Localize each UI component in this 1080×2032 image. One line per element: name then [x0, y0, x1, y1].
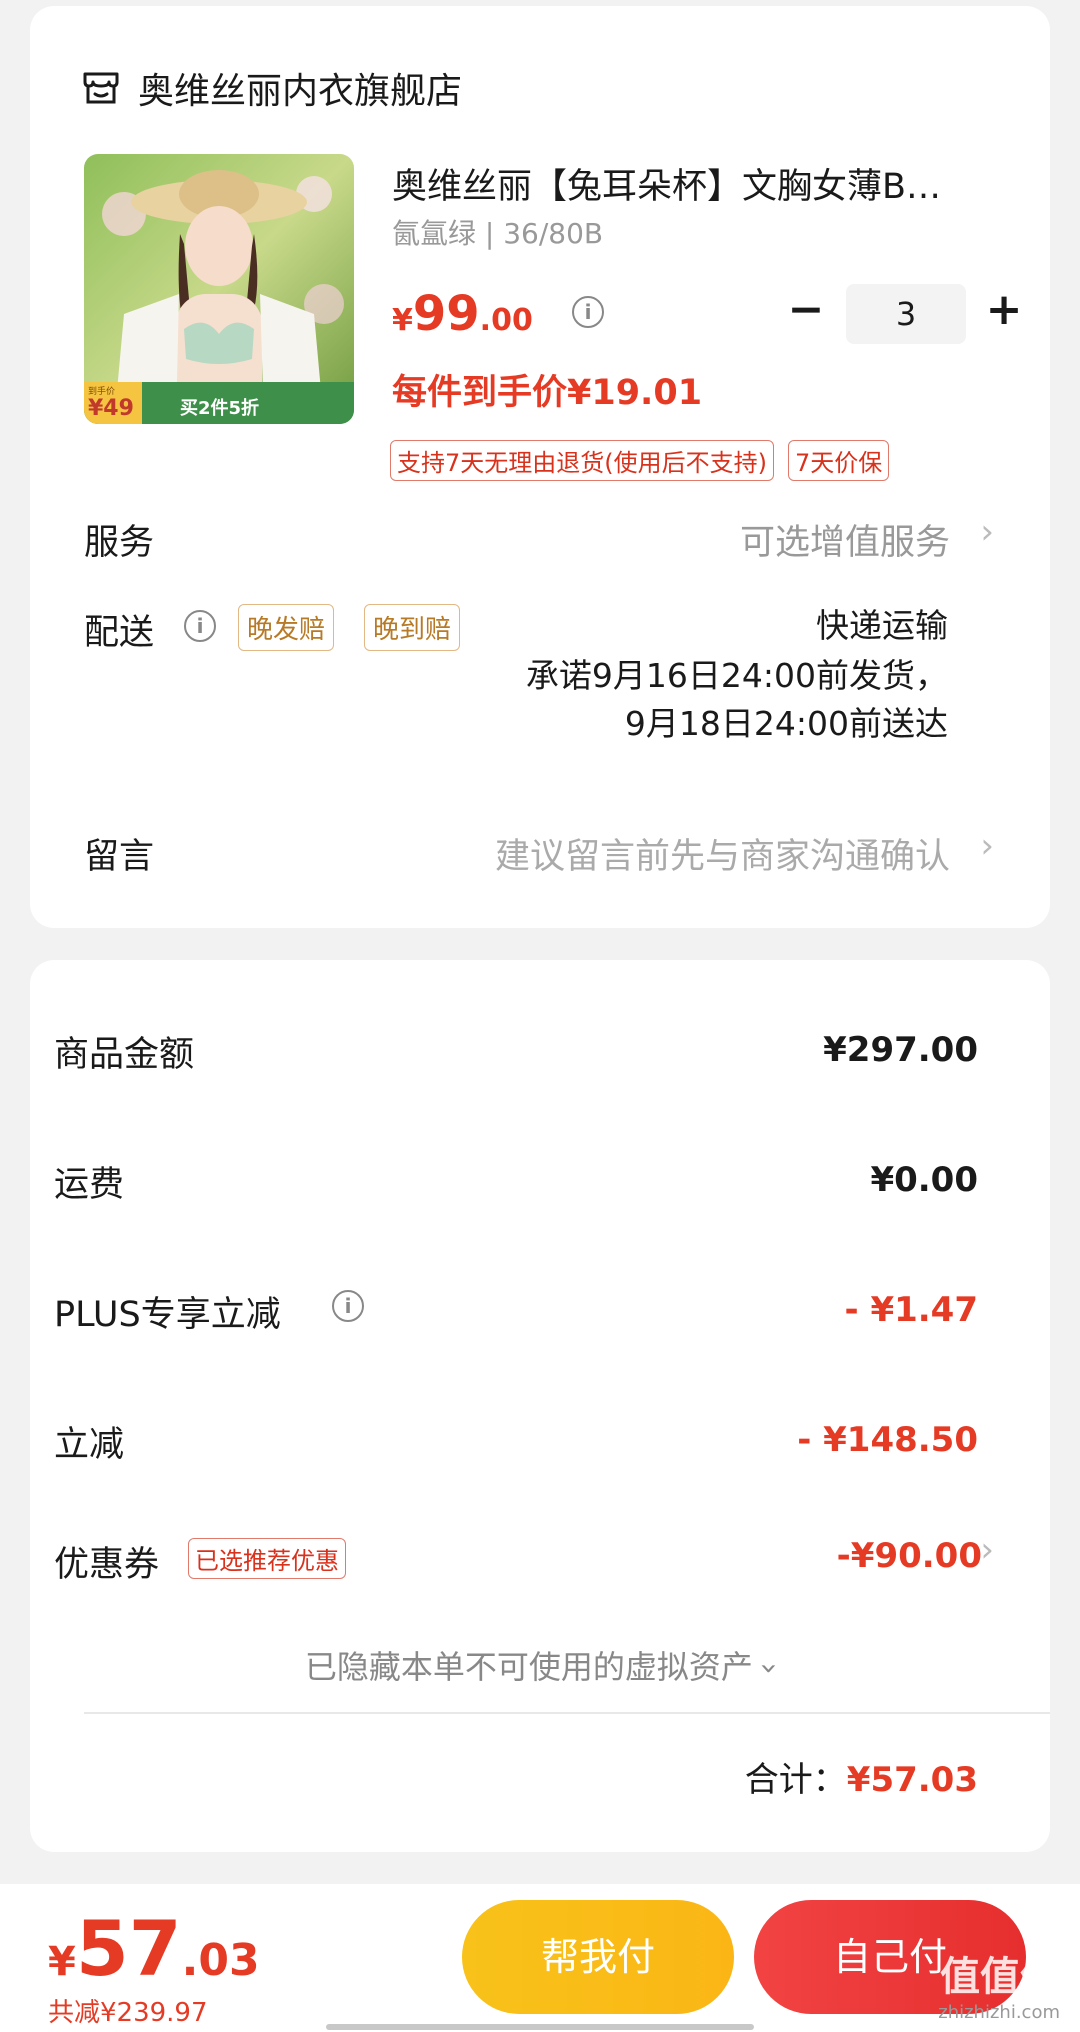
total-value: ¥57.03 — [846, 1760, 978, 1800]
hidden-assets-toggle[interactable]: 已隐藏本单不可使用的虚拟资产 › — [30, 1642, 1050, 1688]
total-saved: 共减¥239.97 — [48, 1998, 208, 2028]
product-image[interactable]: 到手价 ¥49 买2件5折 — [84, 154, 354, 424]
product-title[interactable]: 奥维丝丽【兔耳朵杯】文胸女薄B… — [392, 158, 992, 209]
coupon-tag: 已选推荐优惠 — [188, 1538, 346, 1579]
plus-discount-label: PLUS专享立减 — [54, 1295, 281, 1335]
late-arrive-badge: 晚到赔 — [364, 604, 461, 651]
chevron-right-icon[interactable]: › — [980, 826, 994, 866]
home-indicator[interactable] — [326, 2024, 754, 2030]
quantity-minus-button[interactable]: − — [786, 288, 826, 336]
return-policy-tag: 支持7天无理由退货(使用后不支持) — [390, 440, 774, 481]
service-label: 服务 — [84, 523, 155, 563]
shop-icon — [83, 72, 119, 104]
shop-name: 奥维丝丽内衣旗舰店 — [138, 71, 463, 112]
coupon-label: 优惠券 — [54, 1545, 160, 1585]
delivery-method[interactable]: 快递运输 — [816, 602, 948, 650]
checkout-bar: ¥57.03 共减¥239.97 帮我付 自己付 值值值 zhizhizhi.c… — [0, 1884, 1080, 2032]
service-tags: 支持7天无理由退货(使用后不支持) 7天价保 — [390, 440, 890, 481]
late-ship-badge: 晚发赔 — [238, 604, 335, 651]
pay-int: 57 — [75, 1904, 182, 1993]
price-currency: ¥ — [392, 303, 413, 338]
plus-discount-value: - ¥1.47 — [844, 1290, 979, 1330]
delivery-label: 配送 — [84, 613, 155, 653]
thumb-badge-price: ¥49 — [88, 396, 134, 421]
goods-amount-label: 商品金额 — [54, 1035, 195, 1075]
order-item-card: 奥维丝丽内衣旗舰店 到手价 ¥49 买2件5折 奥维丝丽【兔耳朵杯】文胸女薄B…… — [30, 6, 1050, 928]
watermark-url: zhizhizhi.com — [938, 2002, 1060, 2023]
message-label: 留言 — [84, 837, 155, 877]
thumb-badge-promo: 买2件5折 — [180, 398, 260, 419]
shop-header[interactable]: 奥维丝丽内衣旗舰店 — [82, 62, 462, 114]
pay-currency: ¥ — [48, 1939, 76, 1985]
delivery-promise-line1: 承诺9月16日24:00前发货， — [525, 656, 948, 695]
product-spec[interactable]: 氤氲绿 | 36/80B — [392, 212, 603, 252]
delivery-promise-line2: 9月18日24:00前送达 — [624, 704, 948, 743]
info-icon[interactable]: i — [332, 1290, 364, 1322]
watermark-logo: 值值值 — [940, 1954, 1060, 2000]
instant-discount-value: - ¥148.50 — [797, 1420, 978, 1460]
price-int: 99 — [412, 286, 480, 342]
total-label: 合计： — [744, 1760, 847, 1800]
product-photo — [84, 154, 354, 424]
amount-card — [30, 960, 1050, 1852]
chevron-right-icon[interactable]: › — [980, 512, 994, 552]
divider — [84, 1712, 1050, 1714]
coupon-value[interactable]: -¥90.00 — [837, 1536, 982, 1576]
price-dec: .00 — [479, 303, 533, 338]
product-price: ¥99.00 — [392, 286, 533, 342]
hidden-assets-text: 已隐藏本单不可使用的虚拟资产 — [304, 1648, 753, 1686]
message-input[interactable]: 建议留言前先与商家沟通确认 — [495, 828, 950, 879]
chevron-down-icon: › — [751, 1662, 787, 1675]
help-pay-button[interactable]: 帮我付 — [462, 1900, 734, 2014]
each-price: 每件到手价¥19.01 — [392, 373, 703, 413]
goods-amount-value: ¥297.00 — [823, 1030, 978, 1070]
pay-amount: ¥57.03 — [48, 1904, 260, 1993]
pay-dec: .03 — [181, 1935, 260, 1986]
info-icon[interactable]: i — [184, 610, 216, 642]
price-protect-tag: 7天价保 — [788, 440, 890, 481]
chevron-right-icon[interactable]: › — [980, 1530, 994, 1570]
shipping-value: ¥0.00 — [870, 1160, 978, 1200]
info-icon[interactable]: i — [572, 296, 604, 328]
service-value[interactable]: 可选增值服务 — [740, 514, 950, 565]
order-total: 合计：¥57.03 — [745, 1752, 978, 1801]
quantity-input[interactable]: 3 — [846, 284, 966, 344]
instant-discount-label: 立减 — [54, 1425, 125, 1465]
shipping-label: 运费 — [54, 1165, 125, 1205]
quantity-plus-button[interactable]: + — [984, 288, 1024, 336]
